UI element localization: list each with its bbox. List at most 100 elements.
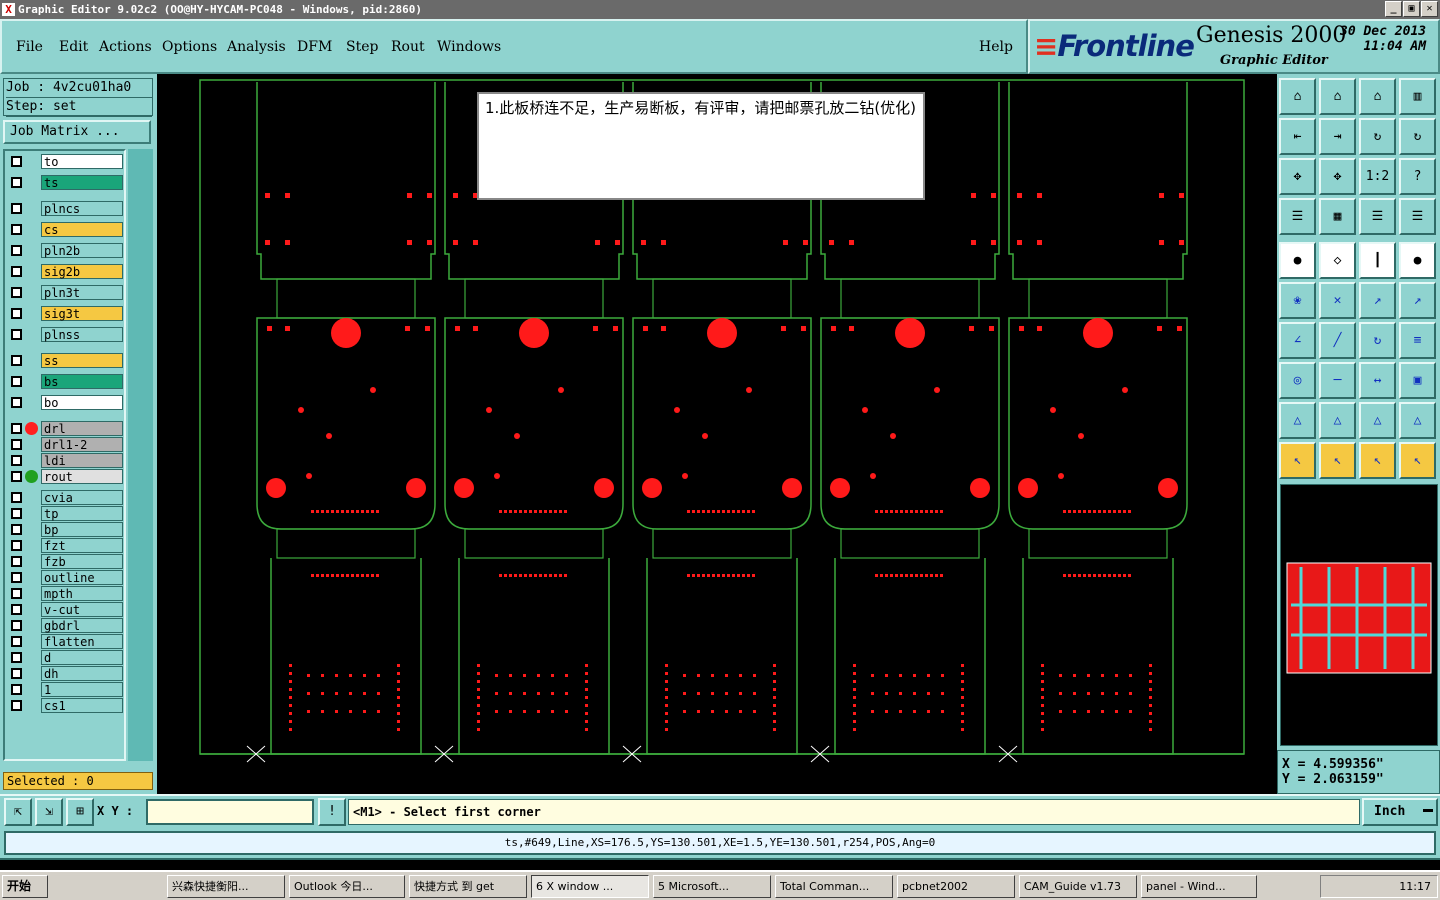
layer-checkbox[interactable]: [11, 508, 22, 519]
layer-row-plnss[interactable]: plnss: [7, 327, 125, 342]
tool-button-23-icon[interactable]: ↗: [1359, 282, 1396, 319]
task-2[interactable]: Outlook 今日...: [289, 875, 405, 898]
menu-dfm[interactable]: DFM: [297, 39, 332, 55]
layer-row-flatten[interactable]: flatten: [7, 634, 125, 649]
tool-button-24-icon[interactable]: ↗: [1399, 282, 1436, 319]
layer-row-dh[interactable]: dh: [7, 666, 125, 681]
layer-checkbox[interactable]: [11, 308, 22, 319]
tool-button-26-icon[interactable]: ╱: [1319, 322, 1356, 359]
layer-checkbox[interactable]: [11, 524, 22, 535]
tool-button-29-icon[interactable]: ◎: [1279, 362, 1316, 399]
tool-button-7-icon[interactable]: ↻: [1359, 118, 1396, 155]
layer-checkbox[interactable]: [11, 604, 22, 615]
menu-actions[interactable]: Actions: [99, 39, 152, 55]
layer-checkbox[interactable]: [11, 700, 22, 711]
layer-row-sig2b[interactable]: sig2b: [7, 264, 125, 279]
task-6[interactable]: Total Comman...: [775, 875, 893, 898]
layer-checkbox[interactable]: [11, 652, 22, 663]
layer-checkbox[interactable]: [11, 588, 22, 599]
minimize-button[interactable]: _: [1385, 1, 1402, 17]
graphic-canvas[interactable]: 1.此板桥连不足，生产易断板，有评审，请把邮票孔放二钻(优化): [157, 74, 1277, 794]
close-button[interactable]: ✕: [1421, 1, 1438, 17]
zoom-fit-icon[interactable]: ⇱: [4, 798, 32, 826]
tool-button-15-icon[interactable]: ☰: [1359, 198, 1396, 235]
tool-button-38-icon[interactable]: ↖: [1319, 442, 1356, 479]
tool-button-18-icon[interactable]: ◇: [1319, 242, 1356, 279]
tool-button-31-icon[interactable]: ↔: [1359, 362, 1396, 399]
tool-button-2-icon[interactable]: ⌂: [1319, 78, 1356, 115]
layer-row-outline[interactable]: outline: [7, 570, 125, 585]
start-button[interactable]: 开始: [2, 875, 48, 898]
layer-checkbox[interactable]: [11, 455, 22, 466]
layer-row-1[interactable]: 1: [7, 682, 125, 697]
task-1[interactable]: 兴森快捷衡阳...: [167, 875, 285, 898]
layer-checkbox[interactable]: [11, 329, 22, 340]
tool-button-25-icon[interactable]: ∠: [1279, 322, 1316, 359]
tool-button-19-icon[interactable]: ┃: [1359, 242, 1396, 279]
layer-row-pln2b[interactable]: pln2b: [7, 243, 125, 258]
layer-checkbox[interactable]: [11, 492, 22, 503]
tool-button-22-icon[interactable]: ✕: [1319, 282, 1356, 319]
layer-checkbox[interactable]: [11, 423, 22, 434]
task-5[interactable]: 5 Microsoft...: [653, 875, 771, 898]
task-4[interactable]: 6 X window ...: [531, 875, 649, 898]
tool-button-10-icon[interactable]: ✥: [1319, 158, 1356, 195]
layer-row-to[interactable]: to: [7, 154, 125, 169]
layer-row-drl[interactable]: drl: [7, 421, 125, 436]
layer-checkbox[interactable]: [11, 355, 22, 366]
layer-checkbox[interactable]: [11, 177, 22, 188]
task-9[interactable]: panel - Wind...: [1141, 875, 1257, 898]
layer-checkbox[interactable]: [11, 376, 22, 387]
unit-selector[interactable]: Inch: [1362, 798, 1438, 826]
layer-checkbox[interactable]: [11, 287, 22, 298]
layer-checkbox[interactable]: [11, 620, 22, 631]
layer-row-pln3t[interactable]: pln3t: [7, 285, 125, 300]
layer-checkbox[interactable]: [11, 266, 22, 277]
menu-rout[interactable]: Rout: [391, 39, 425, 55]
menu-edit[interactable]: Edit: [59, 39, 88, 55]
layer-row-ldi[interactable]: ldi: [7, 453, 125, 468]
layer-row-plncs[interactable]: plncs: [7, 201, 125, 216]
tool-button-27-icon[interactable]: ↻: [1359, 322, 1396, 359]
tool-button-5-icon[interactable]: ⇤: [1279, 118, 1316, 155]
menu-analysis[interactable]: Analysis: [227, 39, 286, 55]
tool-button-12-icon[interactable]: ?: [1399, 158, 1436, 195]
layer-row-sig3t[interactable]: sig3t: [7, 306, 125, 321]
grid-snap-icon[interactable]: ⊞: [66, 798, 94, 826]
tool-button-8-icon[interactable]: ↻: [1399, 118, 1436, 155]
tool-button-36-icon[interactable]: △: [1399, 402, 1436, 439]
layer-row-cs[interactable]: cs: [7, 222, 125, 237]
layer-checkbox[interactable]: [11, 203, 22, 214]
layer-checkbox[interactable]: [11, 245, 22, 256]
overview-map[interactable]: [1280, 484, 1438, 746]
tool-button-37-icon[interactable]: ↖: [1279, 442, 1316, 479]
xy-input[interactable]: [146, 799, 314, 825]
layer-checkbox[interactable]: [11, 397, 22, 408]
layer-checkbox[interactable]: [11, 556, 22, 567]
layer-row-tp[interactable]: tp: [7, 506, 125, 521]
tool-button-28-icon[interactable]: ≡: [1399, 322, 1436, 359]
menu-options[interactable]: Options: [162, 39, 217, 55]
tool-button-6-icon[interactable]: ⇥: [1319, 118, 1356, 155]
layer-checkbox[interactable]: [11, 439, 22, 450]
tool-button-34-icon[interactable]: △: [1319, 402, 1356, 439]
tool-button-11-icon[interactable]: 1:2: [1359, 158, 1396, 195]
layer-checkbox[interactable]: [11, 156, 22, 167]
tool-button-9-icon[interactable]: ✥: [1279, 158, 1316, 195]
layer-checkbox[interactable]: [11, 471, 22, 482]
tool-button-32-icon[interactable]: ▣: [1399, 362, 1436, 399]
layer-row-ss[interactable]: ss: [7, 353, 125, 368]
tool-button-16-icon[interactable]: ☰: [1399, 198, 1436, 235]
tool-button-30-icon[interactable]: ─: [1319, 362, 1356, 399]
tool-button-3-icon[interactable]: ⌂: [1359, 78, 1396, 115]
tool-button-17-icon[interactable]: ●: [1279, 242, 1316, 279]
layer-row-d[interactable]: d: [7, 650, 125, 665]
menu-help[interactable]: Help: [979, 39, 1013, 55]
task-8[interactable]: CAM_Guide v1.73: [1019, 875, 1137, 898]
job-matrix-button[interactable]: Job Matrix ...: [3, 120, 151, 144]
layer-row-mpth[interactable]: mpth: [7, 586, 125, 601]
zoom-area-icon[interactable]: ⇲: [35, 798, 63, 826]
layer-row-fzb[interactable]: fzb: [7, 554, 125, 569]
tool-button-33-icon[interactable]: △: [1279, 402, 1316, 439]
menu-windows[interactable]: Windows: [437, 39, 501, 55]
